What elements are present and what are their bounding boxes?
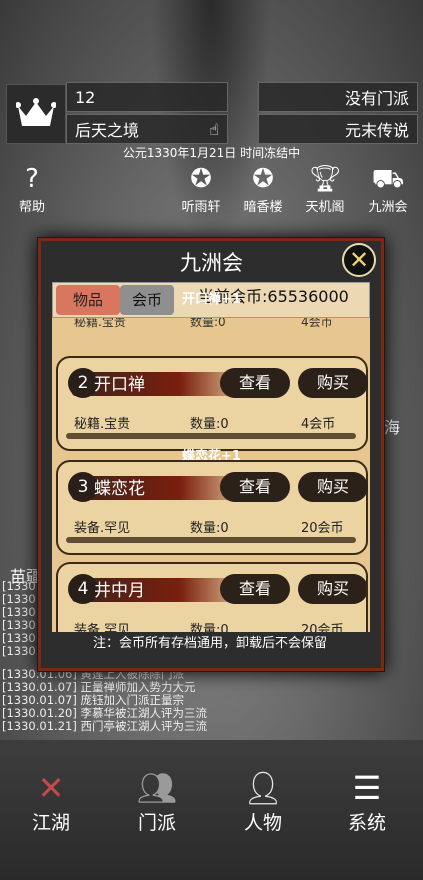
item-name: 井中月: [94, 581, 145, 601]
nav-jiuzhouhui[interactable]: ⛟ 九洲会: [362, 164, 414, 215]
crown-icon: [16, 98, 56, 126]
cart-icon: ⛟: [371, 164, 405, 194]
item-price: 20会币: [301, 623, 344, 632]
medal-icon: ✪: [190, 164, 212, 194]
view-button[interactable]: 查看: [220, 368, 290, 398]
reward-toast: 开口禅+1: [182, 292, 241, 307]
item-qty: 数量:0: [190, 623, 229, 632]
sect-value: 没有门派: [344, 89, 409, 108]
title-value: 元末传说: [344, 121, 409, 140]
level-value: 12: [75, 87, 96, 107]
item-name: 开口禅: [94, 375, 145, 395]
nav-tianjige[interactable]: 🏆︎ 天机阁: [300, 164, 350, 215]
bottom-nav-xitong[interactable]: ☰ 系统: [322, 768, 412, 835]
divider: [66, 537, 356, 543]
view-button[interactable]: 查看: [220, 472, 290, 502]
list-item: 2 开口禅 查看 购买 秘籍.宝贵 数量:0 4会币: [56, 356, 368, 451]
view-button[interactable]: 查看: [220, 574, 290, 604]
list-icon: ☰: [352, 769, 382, 807]
item-price: 4会币: [301, 318, 333, 329]
trophy-icon: 🏆︎: [308, 164, 342, 194]
level-bar: 12: [66, 82, 228, 112]
log-line: [1330.01.21] 西门亭被江湖人评为三流: [2, 719, 207, 733]
nav-help-label: 帮助: [18, 200, 45, 215]
buy-button[interactable]: 购买: [298, 368, 368, 398]
bottom-nav-menpai[interactable]: 👥︎ 门派: [112, 768, 202, 835]
item-qty: 数量:0: [190, 318, 226, 329]
list-item: 4 井中月 查看 购买 装备.罕见 数量:0 20会币: [56, 562, 368, 632]
realm-bar: 后天之境 ☝: [66, 114, 228, 144]
crossed-swords-icon: ✕: [37, 769, 65, 807]
modal-note: 注：会币所有存档通用，卸载后不会保留: [92, 636, 327, 651]
bottom-nav-xitong-label: 系统: [347, 812, 386, 834]
date-line: 公元1330年1月21日 时间冻结中: [122, 146, 301, 160]
item-type: 秘籍.宝贵: [74, 417, 131, 432]
bottom-nav-jianghu-label: 江湖: [31, 812, 70, 834]
nav-tingyuxuan[interactable]: ✪ 听雨轩: [176, 164, 226, 215]
nav-tianjige-label: 天机阁: [305, 200, 345, 215]
map-label-right: 海: [384, 418, 401, 437]
event-log-visible: [1330.01.06] 黄莲上人被除除门派 [1330.01.07] 正量禅师…: [0, 668, 423, 733]
bottom-nav-renwu[interactable]: 👤︎ 人物: [218, 768, 308, 835]
people-icon: 👥︎: [136, 769, 178, 807]
bottom-nav-menpai-label: 门派: [137, 812, 176, 834]
nav-help[interactable]: ? 帮助: [12, 164, 52, 215]
list-item: 3 蝶恋花 查看 购买 装备.罕见 数量:0 20会币: [56, 460, 368, 555]
nav-tingyuxuan-label: 听雨轩: [181, 200, 221, 215]
nav-anxianglou-label: 暗香楼: [243, 200, 283, 215]
buy-button[interactable]: 购买: [298, 574, 366, 604]
item-type: 装备.罕见: [74, 521, 131, 536]
buy-button[interactable]: 购买: [298, 472, 368, 502]
item-price: 4会币: [301, 417, 336, 432]
item-price: 20会币: [301, 521, 344, 536]
person-icon: 👤︎: [242, 769, 284, 807]
medal-icon: ✪: [252, 164, 274, 194]
bottom-nav-renwu-label: 人物: [243, 812, 282, 834]
close-icon[interactable]: ✕: [342, 243, 376, 277]
item-type: 装备.罕见: [74, 623, 131, 632]
question-icon: ?: [25, 164, 39, 194]
sect-bar: 没有门派: [258, 82, 418, 112]
item-name: 蝶恋花: [94, 479, 145, 499]
hand-icon[interactable]: ☝: [209, 120, 219, 139]
divider: [66, 433, 356, 439]
item-type: 秘籍.宝贵: [74, 318, 126, 329]
bottom-nav-jianghu[interactable]: ✕ 江湖: [6, 768, 96, 835]
nav-anxianglou[interactable]: ✪ 暗香楼: [238, 164, 288, 215]
title-bar: 元末传说: [258, 114, 418, 144]
item-qty: 数量:0: [190, 521, 229, 536]
partial-row: 秘籍.宝贵 数量:0 4会币: [56, 318, 368, 332]
nav-jiuzhouhui-label: 九洲会: [368, 200, 408, 215]
realm-value: 后天之境: [75, 121, 140, 140]
item-qty: 数量:0: [190, 417, 229, 432]
avatar[interactable]: [6, 84, 66, 144]
